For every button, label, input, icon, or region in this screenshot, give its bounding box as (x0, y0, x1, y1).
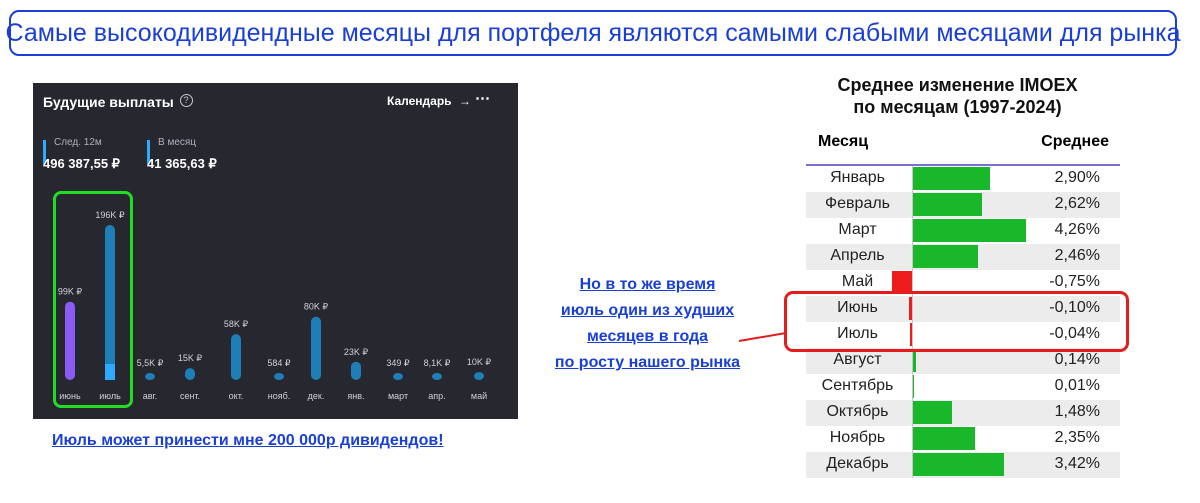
table-row: Декабрь 3,42% (806, 452, 1120, 478)
month-tick-label: май (471, 391, 487, 401)
month-tick-label: окт. (229, 391, 244, 401)
bar-value-label: 349 ₽ (386, 358, 410, 368)
column-header-average: Среднее (1041, 133, 1109, 150)
bar-value-label: 58K ₽ (224, 319, 249, 329)
table-row: Апрель 2,46% (806, 244, 1120, 270)
callout-line: месяцев в года (586, 328, 709, 345)
average-value: 3,42% (1054, 455, 1100, 472)
average-bar (912, 219, 1027, 242)
average-value: 0,14% (1054, 351, 1100, 368)
imoex-table-header: Месяц Среднее (806, 128, 1120, 166)
imoex-table-title: Среднее изменение IMOEX по месяцам (1997… (790, 74, 1125, 118)
table-row: Ноябрь 2,35% (806, 426, 1120, 452)
bar-value-label: 8,1K ₽ (424, 358, 451, 368)
month-label: Август (833, 351, 882, 368)
average-value: 2,46% (1054, 247, 1100, 264)
average-bar (912, 453, 1004, 476)
callout-line: июль один из худших (560, 302, 735, 319)
dividend-bar[interactable] (311, 316, 321, 380)
month-tick-label: сент. (180, 391, 200, 401)
dividend-bar[interactable] (351, 361, 361, 380)
callout-line: по росту нашего рынка (554, 354, 741, 371)
imoex-title-line: по месяцам (1997-2024) (853, 97, 1062, 117)
table-row: Март 4,26% (806, 218, 1120, 244)
month-tick-label: дек. (308, 391, 325, 401)
bar-value-label: 80K ₽ (304, 302, 329, 312)
average-value: -0,75% (1049, 273, 1100, 290)
bar-value-label: 23K ₽ (344, 347, 369, 357)
average-bar (912, 167, 990, 190)
month-label: Октябрь (826, 403, 889, 420)
month-label: Апрель (830, 247, 885, 264)
average-value: 2,62% (1054, 195, 1100, 212)
dividend-bar[interactable] (231, 334, 241, 380)
month-tick-label: апр. (428, 391, 445, 401)
july-dividend-caption: Июль может принести мне 200 000р дивиден… (52, 432, 444, 449)
average-value: 2,35% (1054, 429, 1100, 446)
average-value: 0,01% (1054, 377, 1100, 394)
table-row: Сентябрь 0,01% (806, 374, 1120, 400)
average-value: 4,26% (1054, 221, 1100, 238)
table-row: Январь 2,90% (806, 166, 1120, 192)
month-label: Февраль (824, 195, 891, 212)
average-bar (912, 245, 978, 268)
bar-value-label: 15K ₽ (178, 353, 203, 363)
average-value: 1,48% (1054, 403, 1100, 420)
average-bar (912, 427, 975, 450)
imoex-title-line: Среднее изменение IMOEX (837, 75, 1078, 95)
table-row: Февраль 2,62% (806, 192, 1120, 218)
bar-value-label: 584 ₽ (267, 358, 291, 368)
dividend-bar[interactable] (185, 368, 195, 380)
average-bar (912, 193, 983, 216)
june-july-highlight-box (53, 191, 133, 408)
headline-banner: Самые высокодивидендные месяцы для портф… (6, 10, 1181, 56)
callout-line: Но в то же время (579, 276, 716, 293)
bar-value-label: 10K ₽ (467, 357, 492, 367)
bar-value-label: 5,5K ₽ (137, 358, 164, 368)
dividend-bar[interactable] (432, 373, 442, 380)
callout-text: Но в то же время июль один из худших мес… (520, 272, 775, 376)
table-row: Октябрь 1,48% (806, 400, 1120, 426)
month-tick-label: март (388, 391, 408, 401)
month-tick-label: авг. (143, 391, 157, 401)
month-label: Март (838, 221, 877, 238)
month-label: Декабрь (826, 455, 889, 472)
dividend-bar[interactable] (474, 372, 484, 380)
month-tick-label: янв. (347, 391, 364, 401)
june-july-red-highlight (784, 291, 1129, 352)
column-header-month: Месяц (818, 133, 869, 150)
month-label: Январь (830, 169, 885, 186)
dividend-bar[interactable] (393, 373, 403, 380)
dividend-bar[interactable] (274, 373, 284, 380)
dividend-bar[interactable] (145, 373, 155, 380)
headline-text: Самые высокодивидендные месяцы для портф… (5, 18, 1181, 47)
month-label: Сентябрь (821, 377, 894, 394)
month-label: Ноябрь (829, 429, 886, 446)
average-value: 2,90% (1054, 169, 1100, 186)
month-tick-label: нояб. (268, 391, 291, 401)
average-bar (912, 401, 952, 424)
